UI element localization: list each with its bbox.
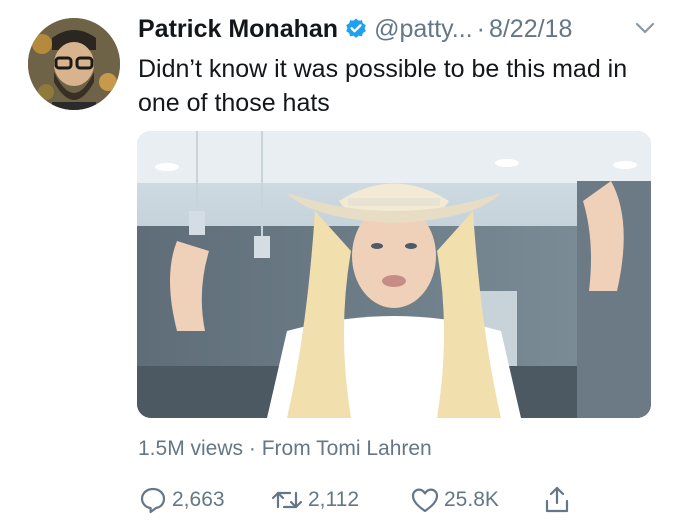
author-handle[interactable]: @patty... (374, 14, 473, 44)
like-icon (411, 488, 439, 513)
video-thumbnail (137, 131, 651, 418)
header-separator: · (476, 15, 485, 43)
tweet-text: Didn’t know it was possible to be this m… (138, 55, 628, 117)
like-count: 25.8K (444, 488, 499, 511)
tweet: Patrick Monahan @patty... · 8/22/18 Didn… (0, 0, 680, 532)
reply-button[interactable]: 2,663 (138, 485, 225, 515)
retweet-icon (271, 491, 303, 509)
media-meta: 1.5M views · From Tomi Lahren (138, 437, 432, 461)
video-media[interactable] (137, 131, 651, 418)
share-icon (545, 486, 569, 513)
tweet-date[interactable]: 8/22/18 (489, 14, 572, 44)
reply-count: 2,663 (172, 488, 225, 511)
like-button[interactable]: 25.8K (410, 485, 499, 515)
author-name[interactable]: Patrick Monahan (138, 14, 338, 44)
retweet-count: 2,112 (308, 488, 359, 511)
share-button[interactable] (542, 485, 576, 515)
tweet-header: Patrick Monahan @patty... · 8/22/18 (138, 14, 572, 44)
meta-separator: · (248, 437, 256, 460)
media-source[interactable]: From Tomi Lahren (262, 437, 432, 460)
tweet-actions: 2,663 2,112 25.8K (138, 485, 658, 517)
avatar-illustration (28, 18, 120, 110)
reply-icon (140, 487, 166, 514)
chevron-down-icon[interactable] (634, 20, 656, 36)
retweet-button[interactable]: 2,112 (270, 485, 359, 515)
verified-badge-icon (344, 17, 368, 41)
view-count: 1.5M views (138, 437, 244, 460)
avatar[interactable] (28, 18, 120, 110)
